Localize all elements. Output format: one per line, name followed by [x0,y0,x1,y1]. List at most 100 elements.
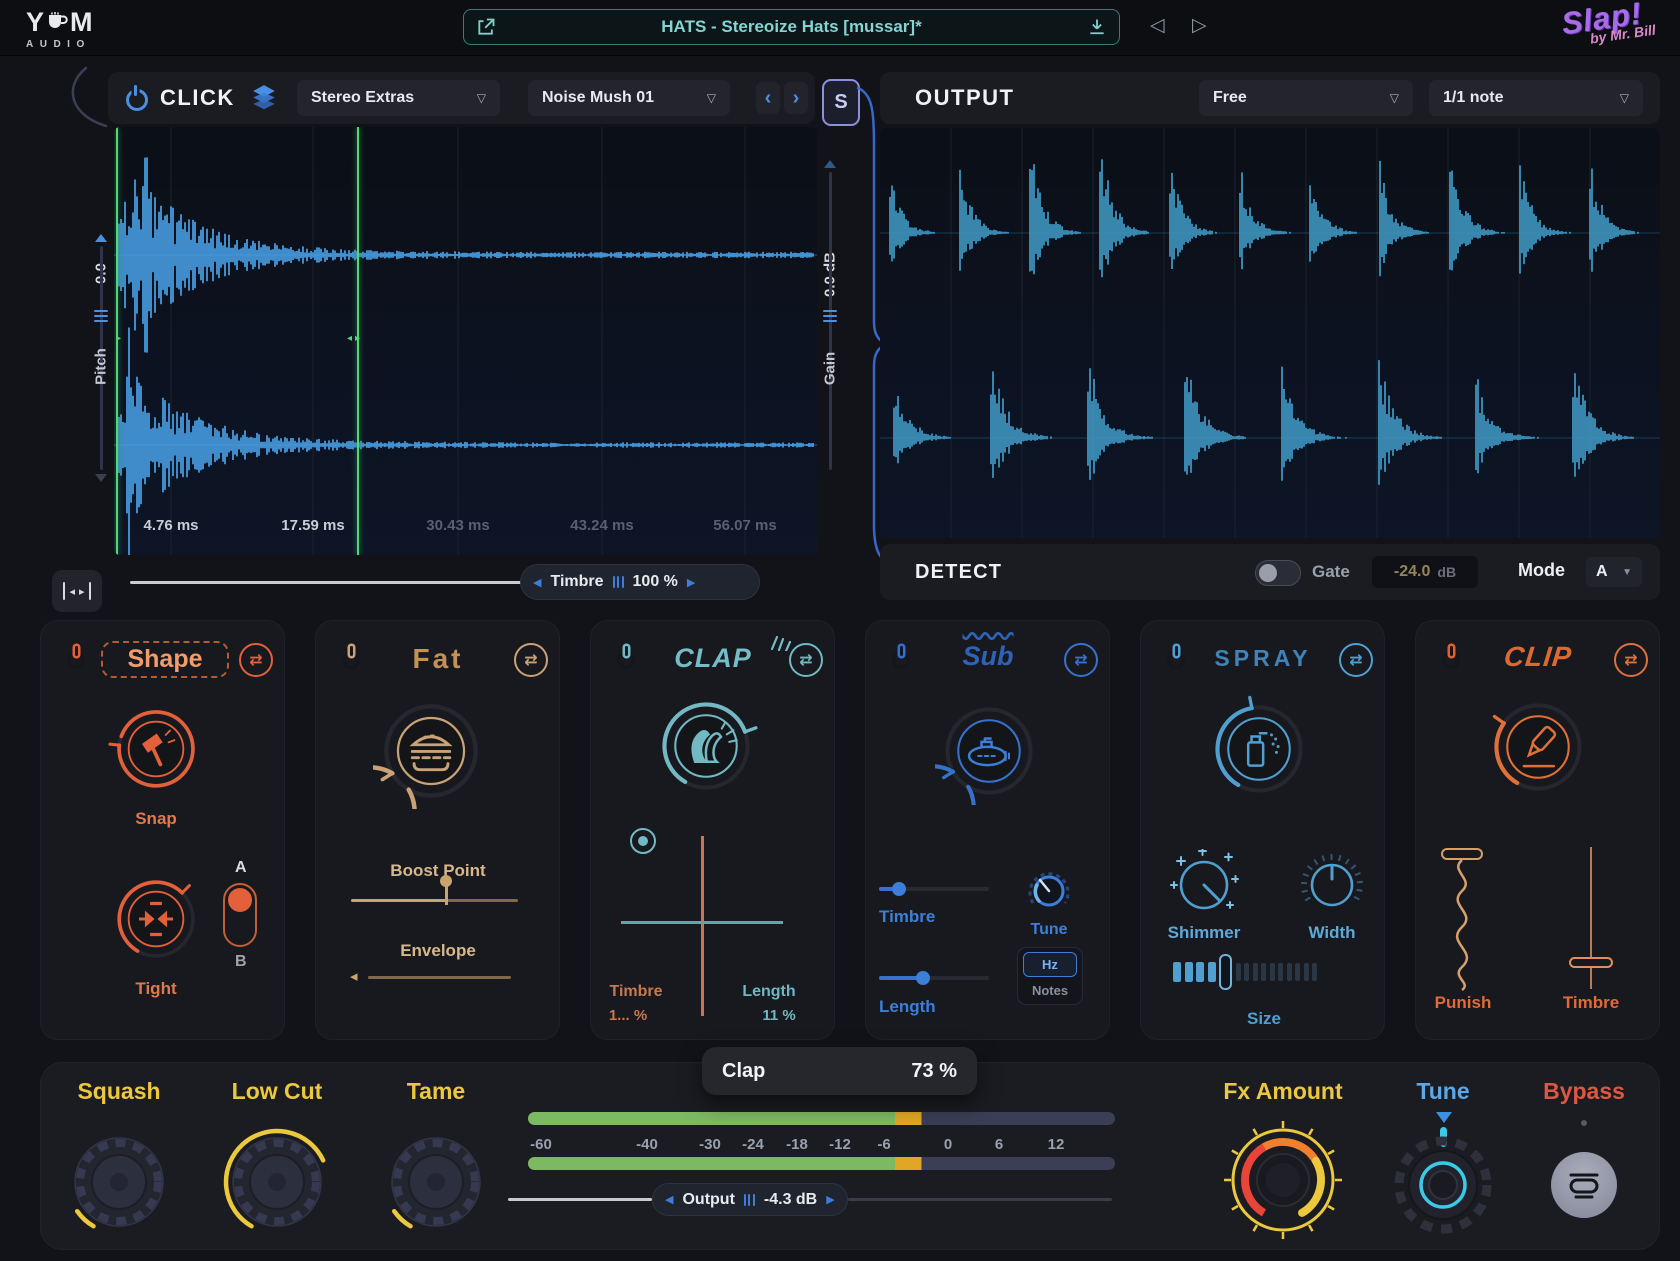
unit-notes-option[interactable]: Notes [1018,977,1082,1003]
chevron-down-icon: ▽ [707,91,716,105]
meter-tick: -18 [786,1136,808,1153]
output-note-dropdown[interactable]: 1/1 note ▽ [1429,80,1643,116]
shape-title: Shape [101,641,229,678]
sample-next-button[interactable]: › [784,82,808,114]
envelope-track[interactable] [368,976,511,979]
share-preset-icon[interactable] [476,17,496,37]
time-label: 30.43 ms [426,517,489,534]
lowcut-knob[interactable] [219,1124,335,1240]
module-sub: Sub ⇄ Timbre Length [865,620,1110,1040]
click-waveform-display[interactable]: ◂▸ ◂▸ 4.76 ms 17.59 ms 30.43 ms 43.24 ms… [114,127,817,555]
xy-y-cursor[interactable] [621,921,783,924]
sub-length-track[interactable] [879,976,989,980]
gate-toggle[interactable] [1255,560,1301,586]
boost-point-track-lit[interactable] [351,899,446,902]
preset-name[interactable]: HATS - Stereoize Hats [mussar]* [661,17,921,37]
boost-point-handle-cap[interactable] [440,875,452,887]
sub-timbre-knob[interactable] [892,882,906,896]
mode-value: A [1596,563,1608,581]
unit-hz-option[interactable]: Hz [1023,952,1077,977]
clip-timbre-handle[interactable] [1569,957,1613,968]
squash-knob[interactable] [61,1124,177,1240]
output-pill-value[interactable]: -4.3 dB [764,1191,817,1209]
tooltip-label: Clap [722,1060,765,1083]
clip-knob[interactable] [1484,693,1592,801]
sample-dropdown-value: Noise Mush 01 [542,89,654,107]
pitch-slider-end [95,474,107,482]
fx-amount-label: Fx Amount [1223,1078,1342,1105]
output-track[interactable] [848,1198,1112,1201]
shimmer-knob[interactable] [1169,849,1239,919]
snap-knob[interactable] [108,701,204,797]
zoom-fit-button[interactable]: ◂ ▸ [52,570,102,612]
logo-subtitle: AUDIO [26,39,94,50]
sub-timbre-label: Timbre [879,907,935,927]
clip-swap-icon[interactable]: ⇄ [1614,643,1648,677]
drag-grip-icon[interactable] [744,1194,755,1206]
size-slider[interactable] [1173,953,1317,991]
click-bank-dropdown[interactable]: Stereo Extras ▽ [297,80,500,116]
fat-swap-icon[interactable]: ⇄ [514,643,548,677]
snap-label: Snap [135,809,177,829]
layers-icon[interactable] [250,84,278,112]
bypass-icon [1566,1169,1602,1201]
footer-tune-knob[interactable] [1388,1130,1498,1240]
chevron-down-icon: ▽ [477,91,486,105]
gate-threshold-field[interactable]: -24.0 dB [1372,556,1478,588]
timbre-value[interactable]: 100 % [633,573,678,591]
sub-length-knob[interactable] [916,971,930,985]
envelope-handle[interactable]: ◂ [350,967,358,985]
preset-next-button[interactable]: ▷ [1192,14,1207,37]
xy-x-cursor[interactable] [701,836,704,1016]
shape-swap-icon[interactable]: ⇄ [239,643,273,677]
click-timbre-track[interactable] [130,581,522,584]
decrement-icon[interactable]: ◀ [665,1193,673,1206]
download-preset-icon[interactable] [1087,17,1107,37]
click-timbre-pill[interactable]: ◀ Timbre 100 % ▶ [520,564,760,600]
sub-knob[interactable] [935,697,1043,805]
fx-amount-knob[interactable] [1221,1118,1345,1242]
spray-knob[interactable] [1205,695,1313,803]
click-sample-dropdown[interactable]: Noise Mush 01 ▽ [528,80,730,116]
preset-prev-button[interactable]: ◁ [1150,14,1165,37]
punish-slider[interactable] [1440,847,1486,992]
click-header: CLICK Stereo Extras ▽ Noise Mush 01 ▽ ‹ … [108,72,815,124]
sample-prev-button[interactable]: ‹ [756,82,780,114]
meter-tick: -30 [699,1136,721,1153]
boost-point-track[interactable] [446,899,518,902]
mode-dropdown[interactable]: A ▼ [1586,557,1642,587]
sub-timbre-track[interactable] [879,887,989,891]
ab-toggle[interactable] [223,883,257,947]
meter-tick: -60 [530,1136,552,1153]
time-label: 43.24 ms [570,517,633,534]
tight-knob[interactable] [108,871,204,967]
tune-pointer-icon [1436,1112,1452,1123]
increment-icon[interactable]: ▶ [826,1193,834,1206]
pitch-slider-grip[interactable] [94,310,108,322]
marker-handle[interactable]: ◂▸ [114,333,121,344]
tame-knob[interactable] [378,1124,494,1240]
clap-swap-icon[interactable]: ⇄ [789,643,823,677]
sub-unit-toggle[interactable]: Hz Notes [1017,947,1083,1005]
decrement-icon[interactable]: ◀ [533,576,541,589]
module-clap: CLAP ⇄ Timbre 1... % Length 11 % [590,620,835,1040]
meter-tick: -24 [742,1136,764,1153]
output-track-lit[interactable] [508,1198,652,1201]
spray-swap-icon[interactable]: ⇄ [1339,643,1373,677]
output-sync-dropdown[interactable]: Free ▽ [1199,80,1413,116]
clap-knob[interactable] [652,692,760,800]
output-header: OUTPUT Free ▽ 1/1 note ▽ [880,72,1660,124]
fat-knob[interactable] [373,693,489,809]
width-knob[interactable] [1299,851,1365,917]
output-title: OUTPUT [915,85,1014,111]
increment-icon[interactable]: ▶ [687,576,695,589]
bypass-button[interactable] [1551,1152,1617,1218]
preset-bar[interactable]: HATS - Stereoize Hats [mussar]* [463,9,1120,45]
sub-swap-icon[interactable]: ⇄ [1064,643,1098,677]
size-slider-handle[interactable] [1219,954,1232,990]
drag-grip-icon[interactable] [613,576,624,588]
sub-tune-knob[interactable] [1025,865,1073,913]
level-meter-top [528,1112,1115,1125]
output-gain-pill[interactable]: ◀ Output -4.3 dB ▶ [652,1183,848,1216]
marker-handle[interactable]: ◂▸ [347,333,360,344]
